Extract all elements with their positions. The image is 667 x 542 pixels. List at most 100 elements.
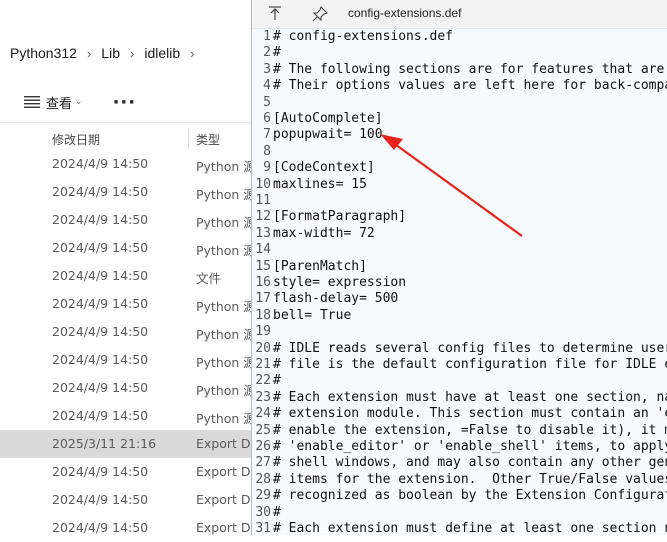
file-modified-date: 2024/4/9 14:50 [52,380,149,395]
line-text: bell= True [273,307,352,323]
breadcrumb-item[interactable]: Python312 [0,45,87,61]
line-text: # extension module. This section must co… [273,406,667,422]
file-list: 2024/4/9 14:50 Python 源 2024/4/9 14:50 Pyth… [0,150,260,542]
line-text: max-width= 72 [273,225,375,241]
line-number: 6 [263,111,271,126]
file-row[interactable]: 2024/4/9 14:50 Export De [0,514,260,542]
file-modified-date: 2024/4/9 14:50 [52,184,149,199]
file-type: Python 源 [196,327,256,342]
line-text: # Each extension must have at least one … [273,389,667,405]
line-text: [ParenMatch] [273,258,367,274]
chevron-right-icon[interactable]: › [190,46,194,61]
file-row[interactable]: 2024/4/9 14:50 文件 [0,262,260,290]
file-modified-date: 2024/4/9 14:50 [52,492,149,507]
file-type: Python 源 [196,187,256,202]
line-text: flash-delay= 500 [273,291,399,307]
file-row[interactable]: 2024/4/9 14:50 Python 源 [0,178,260,206]
column-header-row: 修改日期 类型 [0,124,260,152]
view-list-icon [24,96,40,108]
line-text: [CodeContext] [273,160,375,176]
file-row[interactable]: 2024/4/9 14:50 Python 源 [0,206,260,234]
line-text: popupwait= 100 [273,127,383,143]
file-type: Python 源 [196,383,256,398]
line-number: 19 [255,324,271,340]
line-text: # Their options values are left here for… [273,78,667,94]
line-number: 5 [263,94,271,110]
line-text: # enable the extension, =False to disabl… [273,422,667,438]
line-number: 23 [255,389,271,405]
view-menu-label: 查看 [46,96,73,112]
line-text: # recognized as boolean by the Extension… [273,488,667,504]
line-number: 24 [255,406,271,422]
file-type: 文件 [196,271,222,286]
line-text: style= expression [273,275,407,290]
column-header-date[interactable]: 修改日期 [52,131,100,148]
file-type: Export De [196,492,259,507]
line-number: 10 [255,176,271,192]
breadcrumb-item[interactable]: idlelib [134,45,190,61]
line-number: 29 [255,488,271,504]
line-number: 1 [263,29,271,44]
file-row[interactable]: 2024/4/9 14:50 Export De [0,458,260,486]
file-type: Python 源 [196,215,256,230]
file-modified-date: 2025/3/11 21:16 [52,436,157,451]
file-row[interactable]: 2024/4/9 14:50 Python 源 [0,346,260,374]
line-number: 20 [255,340,271,356]
text-editor-area[interactable]: 1 # config-extensions.def 2 #3 # The followi… [252,28,667,535]
line-number: 15 [255,258,271,274]
line-text: maxlines= 15 [273,176,367,192]
file-modified-date: 2024/4/9 14:50 [52,352,149,367]
line-text: # items for the extension. Other True/Fa… [273,471,667,487]
file-row[interactable]: 2024/4/9 14:50 Python 源 [0,318,260,346]
line-text: # [273,45,281,61]
line-number: 26 [255,439,271,454]
line-text: # [273,504,281,520]
line-text: [FormatParagraph] [273,209,407,225]
file-modified-date: 2024/4/9 14:50 [52,408,149,423]
line-text: # Each extension must define at least on… [273,521,667,535]
notepad-titlebar: config-extensions.def [252,0,667,29]
file-type: Python 源 [196,355,256,370]
file-modified-date: 2024/4/9 14:50 [52,464,149,479]
notepad-title: config-extensions.def [348,6,462,20]
line-number: 28 [255,471,271,487]
line-number: 2 [263,45,271,61]
line-number: 8 [263,143,271,159]
file-row[interactable]: 2024/4/9 14:50 Python 源 [0,150,260,178]
column-header-type[interactable]: 类型 [196,131,220,148]
line-text: # [273,373,281,389]
file-row[interactable]: 2025/3/11 21:16 Export De [0,430,260,458]
line-number: 12 [255,209,271,225]
file-modified-date: 2024/4/9 14:50 [52,296,149,311]
line-number: 11 [255,193,271,208]
line-number: 4 [263,78,271,94]
file-type: Export De [196,436,259,451]
line-text: # shell windows, and may also contain an… [273,455,667,471]
file-modified-date: 2024/4/9 14:50 [52,212,149,227]
line-number: 16 [255,275,271,290]
always-on-top-icon[interactable] [268,5,282,21]
file-row[interactable]: 2024/4/9 14:50 Python 源 [0,290,260,318]
file-row[interactable]: 2024/4/9 14:50 Python 源 [0,374,260,402]
file-modified-date: 2024/4/9 14:50 [52,268,149,283]
view-menu-button[interactable]: 查看 ⌄ [24,93,83,112]
line-number: 27 [255,455,271,471]
breadcrumb-item[interactable]: Lib [91,45,130,61]
line-text: # file is the default configuration file… [273,357,667,372]
file-modified-date: 2024/4/9 14:50 [52,240,149,255]
line-text: # config-extensions.def [273,29,454,44]
file-row[interactable]: 2024/4/9 14:50 Export De [0,486,260,514]
line-number: 30 [255,504,271,520]
file-row[interactable]: 2024/4/9 14:50 Python 源 [0,402,260,430]
file-type: Python 源 [196,159,256,174]
line-number: 31 [255,521,271,535]
line-text: # IDLE reads several config files to det… [273,340,667,356]
column-divider[interactable] [188,128,189,148]
chevron-down-icon: ⌄ [75,97,83,107]
file-type: Python 源 [196,411,256,426]
file-type: Python 源 [196,243,256,258]
line-number: 17 [255,291,271,307]
pin-icon[interactable] [312,6,328,22]
file-row[interactable]: 2024/4/9 14:50 Python 源 [0,234,260,262]
more-options-button[interactable]: ··· [113,92,137,113]
